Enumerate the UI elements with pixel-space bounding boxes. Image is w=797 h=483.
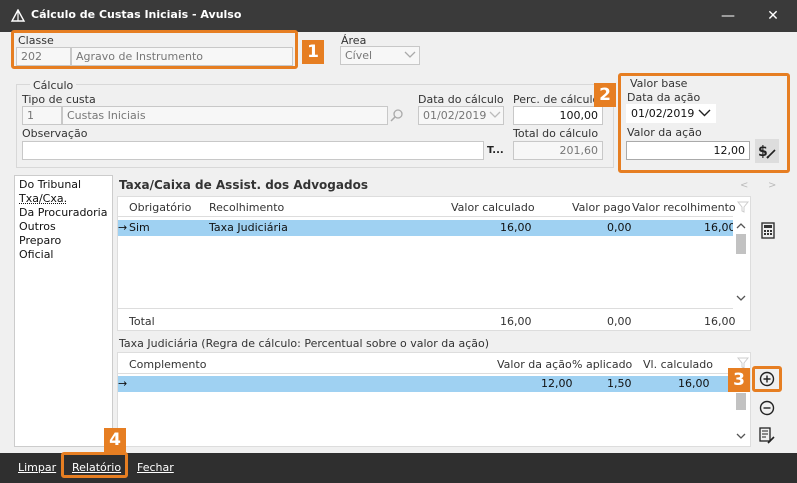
plus-circle-icon: [759, 371, 775, 387]
list-item-oficial[interactable]: Oficial: [15, 248, 54, 262]
scroll-down-icon[interactable]: [736, 295, 746, 302]
limpar-button[interactable]: Limpar: [18, 461, 56, 474]
cell-valor-recolhimento: 16,00: [704, 221, 736, 234]
list-item-da-procuradoria[interactable]: Da Procuradoria: [15, 206, 107, 220]
perc-calculo-label: Perc. de cálculo: [513, 93, 600, 106]
grid2-scroll-thumb[interactable]: [736, 393, 746, 410]
cell-valor-calculado: 16,00: [500, 221, 532, 234]
list-item-outros[interactable]: Outros: [15, 220, 56, 234]
callout-badge-1: 1: [302, 40, 324, 64]
remove-complemento-button[interactable]: [756, 397, 778, 419]
scroll-up-icon[interactable]: [736, 222, 746, 229]
calculator-icon[interactable]: [761, 222, 775, 239]
list-item-txa-cxa[interactable]: Txa/Cxa.: [15, 192, 67, 206]
tipo-custa-code-field[interactable]: 1: [22, 106, 62, 125]
classe-label: Classe: [18, 34, 54, 47]
grid1-scrollbar[interactable]: [733, 218, 749, 308]
callout-badge-3: 3: [728, 368, 750, 392]
close-button[interactable]: ✕: [751, 0, 795, 32]
area-chevron-down-icon: [404, 51, 416, 58]
col-header-valor-pago[interactable]: Valor pago: [572, 201, 631, 214]
callout-badge-2: 2: [594, 83, 616, 107]
money-edit-icon: $: [758, 144, 776, 160]
classe-name-field[interactable]: Agravo de Instrumento: [71, 47, 293, 66]
calculo-group-label: Cálculo: [30, 79, 77, 92]
cell-obrigatorio: Sim: [129, 221, 150, 234]
grid1-scroll-thumb[interactable]: [736, 234, 746, 254]
valor-acao-field[interactable]: 12,00: [626, 141, 750, 160]
total-calculo-label: Total do cálculo: [513, 127, 599, 140]
text-editor-button[interactable]: T...: [487, 145, 504, 156]
window-title: Cálculo de Custas Iniciais - Avulso: [31, 8, 242, 21]
panel-title: Taxa/Caixa de Assist. dos Advogados: [119, 178, 368, 192]
minus-circle-icon: [759, 400, 775, 416]
money-edit-button[interactable]: $: [755, 139, 779, 163]
data-calculo-value: 01/02/2019: [423, 109, 487, 122]
valor-acao-label: Valor da ação: [627, 126, 702, 139]
data-acao-value: 01/02/2019: [631, 107, 695, 120]
data-acao-label: Data da ação: [627, 91, 701, 104]
list-item-do-tribunal[interactable]: Do Tribunal: [15, 178, 81, 192]
col-header-vl-calculado[interactable]: Vl. calculado: [643, 358, 713, 371]
total-valor-pago: 0,00: [607, 315, 632, 328]
cell-recolhimento: Taxa Judiciária: [209, 221, 288, 234]
footer-bar: Limpar Relatório Fechar: [0, 452, 797, 483]
observacao-label: Observação: [22, 127, 88, 140]
nav-next-button[interactable]: >: [768, 180, 776, 191]
tipo-custa-name-field[interactable]: Custas Iniciais: [62, 106, 388, 125]
add-complemento-button[interactable]: [756, 368, 778, 390]
table-row[interactable]: [118, 376, 733, 392]
regra-calculo-label: Taxa Judiciária (Regra de cálculo: Perce…: [119, 337, 490, 350]
total-valor-calculado: 16,00: [500, 315, 532, 328]
data-acao-chevron-down-icon[interactable]: [698, 109, 711, 117]
cell-valor-pago: 0,00: [607, 221, 632, 234]
classe-code-field[interactable]: 202: [16, 47, 71, 66]
col-header-obrigatorio[interactable]: Obrigatório: [129, 201, 191, 214]
svg-text:$: $: [758, 144, 768, 160]
cell-valor-acao: 12,00: [541, 377, 573, 390]
custa-category-list: Do Tribunal Txa/Cxa. Da Procuradoria Out…: [14, 175, 113, 447]
total-calculo-field: 201,60: [513, 141, 603, 160]
row-pointer-icon: →: [118, 221, 128, 234]
row-pointer-icon: →: [118, 377, 128, 390]
perc-calculo-field[interactable]: 100,00: [513, 106, 603, 125]
minimize-button[interactable]: —: [706, 0, 750, 32]
list-item-preparo[interactable]: Preparo: [15, 234, 61, 248]
col-header-valor-recolhimento[interactable]: Valor recolhimento: [632, 201, 736, 214]
grid2-header-divider: [118, 373, 733, 374]
fechar-button[interactable]: Fechar: [137, 461, 174, 474]
cell-perc-aplicado: 1,50: [607, 377, 632, 390]
data-calculo-chevron-down-icon: [489, 111, 501, 118]
observacao-field[interactable]: [22, 141, 484, 160]
app-scales-icon: [10, 9, 26, 22]
col-header-valor-acao[interactable]: Valor da ação: [497, 358, 572, 371]
search-icon[interactable]: [390, 108, 404, 122]
filter-icon[interactable]: [737, 201, 749, 213]
col-header-recolhimento[interactable]: Recolhimento: [209, 201, 284, 214]
col-header-perc-aplicado[interactable]: % aplicado: [572, 358, 632, 371]
grid1-header-divider: [118, 216, 733, 217]
area-value: Cível: [345, 49, 373, 62]
cell-vl-calculado: 16,00: [678, 377, 710, 390]
col-header-complemento[interactable]: Complemento: [129, 358, 206, 371]
title-bar: Cálculo de Custas Iniciais - Avulso — ✕: [0, 0, 797, 32]
total-valor-recolhimento: 16,00: [704, 315, 736, 328]
tipo-custa-label: Tipo de custa: [22, 93, 96, 106]
total-label: Total: [129, 315, 155, 328]
relatorio-button[interactable]: Relatório: [72, 461, 121, 474]
data-calculo-label: Data do cálculo: [418, 93, 504, 106]
grid1-total-divider: [118, 308, 733, 309]
scroll-down-icon[interactable]: [736, 433, 746, 440]
report-complemento-button[interactable]: [756, 425, 778, 447]
report-edit-icon: [759, 427, 775, 444]
col-header-valor-calculado[interactable]: Valor calculado: [451, 201, 535, 214]
nav-prev-button[interactable]: <: [740, 180, 748, 191]
callout-badge-4: 4: [104, 428, 126, 452]
valor-base-group-label: Valor base: [630, 77, 688, 90]
